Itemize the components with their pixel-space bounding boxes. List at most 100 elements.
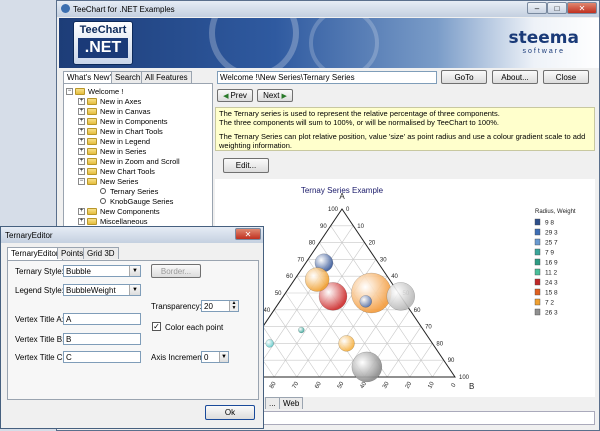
tree-label: Ternary Series	[110, 186, 159, 196]
folder-icon	[87, 147, 97, 155]
border-button[interactable]: Border...	[151, 264, 201, 278]
tree-label: Welcome !	[88, 86, 124, 96]
color-each-label: Color each point	[165, 323, 224, 332]
legend-swatch	[534, 218, 541, 226]
tick-label-b: 80	[436, 341, 443, 347]
spin-icon[interactable]: ▲ ▼	[229, 301, 238, 311]
legend-title: Radius, Weight	[535, 209, 576, 215]
axis-increment-select[interactable]: 0 ▼	[201, 351, 229, 363]
description-panel: The Ternary series is used to represent …	[215, 107, 595, 151]
grid-line	[262, 326, 298, 378]
tree-node-new-in-components[interactable]: + New in Components	[78, 116, 168, 126]
tree-label: New Series	[100, 176, 139, 186]
main-title-bar: TeeChart for .NET Examples – □ ✕	[57, 1, 599, 17]
next-label: Next	[263, 91, 280, 100]
folder-icon	[87, 107, 97, 115]
close-window-button[interactable]: ✕	[567, 2, 597, 14]
expand-icon[interactable]: +	[78, 127, 85, 135]
vertex-a-input[interactable]: A	[63, 313, 141, 325]
tree-node-welcome[interactable]: − Welcome !	[66, 86, 123, 96]
tree-node-new-series[interactable]: − New Series	[78, 176, 138, 186]
close-button[interactable]: Close	[543, 70, 589, 84]
next-button[interactable]: Next ▶	[257, 89, 293, 102]
tree-node-ternary-series[interactable]: Ternary Series	[100, 186, 158, 196]
gauge-graphic-2	[309, 18, 379, 68]
feature-tree: − Welcome ! + New in Axes + New in Canvas +…	[63, 83, 213, 233]
grid-line	[386, 326, 422, 378]
tick-label-c: 70	[292, 381, 301, 390]
app-icon	[61, 4, 70, 13]
tick-label-c: 50	[337, 381, 346, 390]
legend-swatch	[534, 268, 541, 276]
description-line: The Ternary Series can plot relative pos…	[219, 132, 586, 150]
tab-grid-3d[interactable]: Grid 3D	[83, 247, 119, 259]
legend-swatch	[534, 288, 541, 296]
legend-label: 15 8	[545, 290, 558, 297]
prev-button[interactable]: ◀ Prev	[217, 89, 253, 102]
path-field[interactable]: Welcome !\New Series\Ternary Series	[217, 71, 437, 84]
tree-node-new-chart-tools[interactable]: + New Chart Tools	[78, 166, 155, 176]
dialog-close-button[interactable]: ✕	[235, 228, 261, 240]
expand-icon[interactable]: +	[78, 217, 85, 225]
expand-icon[interactable]: +	[78, 207, 85, 215]
bubble-point	[351, 351, 383, 383]
left-tabs: What's New? Search All Features	[63, 71, 213, 84]
edit-button[interactable]: Edit...	[223, 158, 269, 173]
color-each-checkbox[interactable]: ✓	[152, 322, 161, 331]
transparency-value: 20	[204, 301, 213, 311]
legend-swatch	[534, 278, 541, 286]
tree-node-new-components[interactable]: + New Components	[78, 206, 160, 216]
tree-node-new-in-zoom[interactable]: + New in Zoom and Scroll	[78, 156, 180, 166]
tick-label-a: 80	[309, 241, 316, 247]
tree-node-new-in-legend[interactable]: + New in Legend	[78, 136, 150, 146]
chevron-down-icon[interactable]: ▼	[129, 266, 140, 276]
chevron-down-icon[interactable]: ▼	[219, 352, 228, 362]
tab-ternary-editor[interactable]: TernaryEditor	[7, 247, 63, 260]
ok-button[interactable]: Ok	[205, 405, 255, 420]
tree-node-miscellaneous[interactable]: + Miscellaneous	[78, 216, 148, 226]
tree-node-new-in-chart-tools[interactable]: + New in Chart Tools	[78, 126, 163, 136]
expand-icon[interactable]: +	[78, 147, 85, 155]
chevron-down-icon[interactable]: ▼	[129, 285, 140, 295]
legend-swatch	[534, 308, 541, 316]
description-line: The three components will sum to 100%, o…	[219, 117, 500, 127]
vertex-b-input[interactable]: B	[63, 333, 141, 345]
collapse-icon[interactable]: −	[78, 177, 85, 185]
about-button[interactable]: About...	[492, 70, 538, 84]
tab-search[interactable]: Search	[111, 71, 145, 83]
tab-example[interactable]: ...	[265, 397, 280, 409]
collapse-icon[interactable]: −	[66, 87, 73, 95]
tree-node-new-in-series[interactable]: + New in Series	[78, 146, 146, 156]
tick-label-b: 40	[391, 274, 398, 280]
expand-icon[interactable]: +	[78, 107, 85, 115]
ternary-style-select[interactable]: Bubble ▼	[63, 265, 141, 277]
expand-icon[interactable]: +	[78, 117, 85, 125]
dialog-title-bar: TernaryEditor ✕	[1, 227, 263, 243]
expand-icon[interactable]: +	[78, 167, 85, 175]
vertex-c-label: Vertex Title C:	[15, 353, 65, 362]
tab-all-features[interactable]: All Features	[141, 71, 192, 83]
folder-open-icon	[75, 87, 85, 95]
legend-label: 26 3	[545, 310, 558, 317]
tree-label: Miscellaneous	[100, 216, 148, 226]
tick-label-b: 60	[414, 308, 421, 314]
tab-web[interactable]: Web	[279, 397, 304, 409]
goto-button[interactable]: GoTo	[441, 70, 487, 84]
transparency-spinner[interactable]: 20 ▲ ▼	[201, 300, 239, 312]
legend-swatch	[534, 258, 541, 266]
legend-style-select[interactable]: BubbleWeight ▼	[63, 284, 141, 296]
maximize-button[interactable]: □	[547, 2, 567, 14]
minimize-button[interactable]: –	[527, 2, 547, 14]
leaf-icon	[100, 198, 106, 204]
expand-icon[interactable]: +	[78, 137, 85, 145]
tree-node-new-in-canvas[interactable]: + New in Canvas	[78, 106, 150, 116]
expand-icon[interactable]: +	[78, 97, 85, 105]
legend-label: 16 9	[545, 260, 558, 267]
vertex-c-input[interactable]: C	[63, 351, 141, 363]
expand-icon[interactable]: +	[78, 157, 85, 165]
tree-node-new-in-axes[interactable]: + New in Axes	[78, 96, 141, 106]
tree-node-knobgauge-series[interactable]: KnobGauge Series	[100, 196, 173, 206]
tick-label-b: 100	[459, 375, 470, 381]
tick-label-b: 70	[425, 325, 432, 331]
vertex-b-label: Vertex Title B:	[15, 335, 65, 344]
